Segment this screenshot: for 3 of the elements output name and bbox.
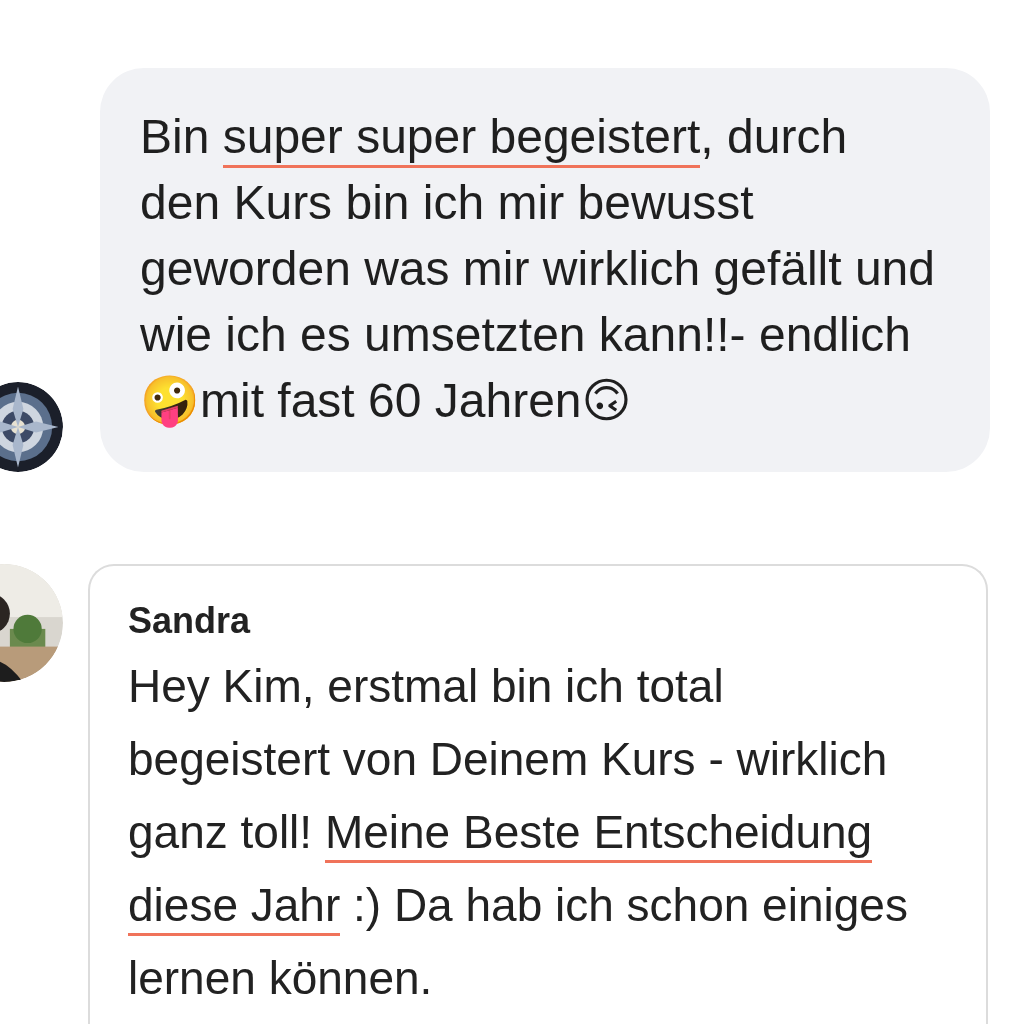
message-text: Bin super super begeistert, durch den Kurs bin ich mir bewusst geworden was mir wirklich gefällt und wie ich es umsetzten kann!!- endlich🤪mit fast 60 Jahren🙃 xyxy=(140,109,936,430)
author-name: Sandra xyxy=(128,599,252,643)
message-text: Hey Kim, erstmal bin ich total begeistert von Deinem Kurs - wirklich ganz toll! Meine Beste Entscheidung diese Jahr :) Da hab ich schon einiges lernen können. xyxy=(128,659,909,1006)
